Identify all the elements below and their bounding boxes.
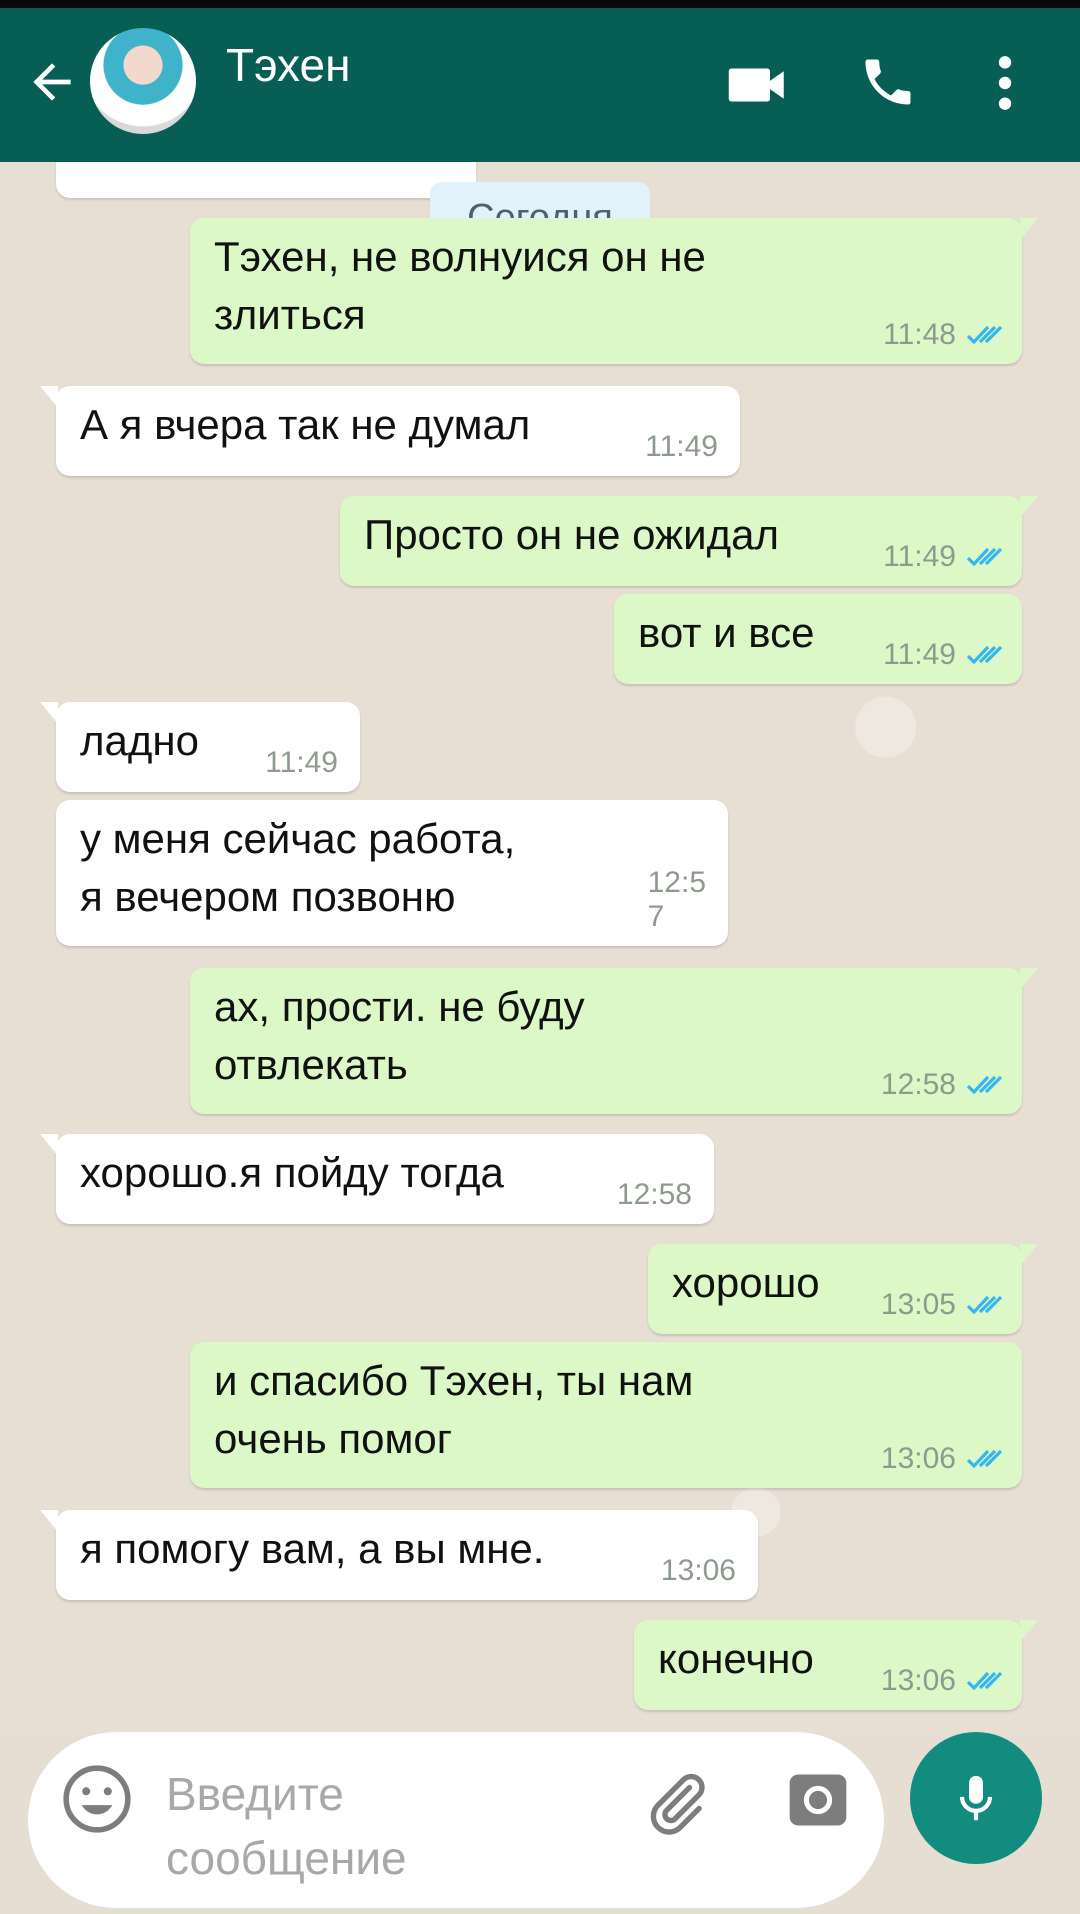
double-check-icon xyxy=(966,1295,1003,1315)
incoming-message[interactable]: хорошо.я пойду тогда 12:58 xyxy=(40,1134,714,1224)
message-input-placeholder[interactable]: Введите сообщение xyxy=(166,1762,586,1890)
message-text: хорошо.я пойду тогда xyxy=(80,1149,504,1196)
message-time: 12:58 xyxy=(880,1068,956,1101)
contact-avatar[interactable] xyxy=(90,28,196,134)
double-check-icon xyxy=(966,645,1003,665)
double-check-icon xyxy=(966,1075,1003,1095)
message-text: хорошо xyxy=(672,1259,820,1306)
chat-header: Тэхен xyxy=(0,8,1080,162)
message-input-bar[interactable]: Введите сообщение xyxy=(28,1732,884,1908)
outgoing-message[interactable]: вот и все 11:49 xyxy=(614,594,1022,684)
message-time: 11:49 xyxy=(645,430,718,463)
message-time: 11:49 xyxy=(883,540,956,573)
outgoing-message[interactable]: и спасибо Тэхен, ты нам очень помог 13:06 xyxy=(190,1342,1022,1488)
message-text: у меня сейчас работа, я вечером позвоню xyxy=(80,815,516,920)
incoming-message[interactable]: ладно 11:49 xyxy=(40,702,360,792)
message-time: 11:49 xyxy=(265,746,338,779)
more-vertical-icon[interactable] xyxy=(990,52,1020,114)
outgoing-message[interactable]: Тэхен, не волнуися он не злиться 11:48 xyxy=(190,218,1038,364)
message-text: ах, прости. не буду отвлекать xyxy=(214,983,585,1088)
message-time: 13:06 xyxy=(660,1554,736,1587)
message-time: 11:48 xyxy=(883,318,956,351)
double-check-icon xyxy=(966,547,1003,567)
outgoing-message[interactable]: хорошо 13:05 xyxy=(648,1244,1038,1334)
message-text: Просто он не ожидал xyxy=(364,511,779,558)
message-time: 12:5 7 xyxy=(647,866,706,933)
message-time: 13:06 xyxy=(880,1664,956,1697)
microphone-button[interactable] xyxy=(910,1732,1042,1864)
paperclip-icon[interactable] xyxy=(640,1768,712,1840)
microphone-icon xyxy=(959,1775,993,1821)
message-meta: 11:49 xyxy=(645,430,718,464)
message-text: А я вчера так не думал xyxy=(80,401,531,448)
message-meta: 11:49 xyxy=(265,746,338,780)
message-meta: 12:5 7 xyxy=(648,866,706,934)
message-meta: 12:58 xyxy=(617,1178,692,1212)
message-meta: 13:06 xyxy=(881,1442,1006,1476)
message-meta: 11:49 xyxy=(883,540,1006,574)
message-meta: 11:49 xyxy=(883,638,1006,672)
message-list[interactable]: Сегодня Тэхен, не волнуися он не злиться… xyxy=(0,162,1080,1732)
message-time: 13:05 xyxy=(880,1288,956,1321)
double-check-icon xyxy=(966,325,1003,345)
message-text: Тэхен, не волнуися он не злиться xyxy=(214,233,706,338)
incoming-message[interactable]: А я вчера так не думал 11:49 xyxy=(40,386,740,476)
message-text: я помогу вам, а вы мне. xyxy=(80,1525,545,1572)
message-meta: 11:48 xyxy=(883,318,1006,352)
message-text: вот и все xyxy=(638,609,815,656)
message-text: и спасибо Тэхен, ты нам очень помог xyxy=(214,1357,694,1462)
status-bar-strip xyxy=(0,0,1080,8)
message-meta: 13:05 xyxy=(881,1288,1006,1322)
camera-icon[interactable] xyxy=(784,1766,852,1834)
message-text: конечно xyxy=(658,1635,814,1682)
message-bubble-cutoff xyxy=(56,162,476,198)
message-time: 13:06 xyxy=(880,1442,956,1475)
incoming-message[interactable]: у меня сейчас работа, я вечером позвоню 1… xyxy=(56,800,728,946)
message-meta: 13:06 xyxy=(661,1554,736,1588)
message-meta: 12:58 xyxy=(881,1068,1006,1102)
double-check-icon xyxy=(966,1449,1003,1469)
outgoing-message[interactable]: конечно 13:06 xyxy=(634,1620,1038,1710)
emoji-icon[interactable] xyxy=(60,1762,134,1836)
message-text: ладно xyxy=(80,717,199,764)
video-camera-icon[interactable] xyxy=(726,52,792,118)
double-check-icon xyxy=(966,1671,1003,1691)
phone-icon[interactable] xyxy=(858,52,918,112)
message-time: 11:49 xyxy=(883,638,956,671)
outgoing-message[interactable]: Просто он не ожидал 11:49 xyxy=(340,496,1038,586)
message-meta: 13:06 xyxy=(881,1664,1006,1698)
outgoing-message[interactable]: ах, прости. не буду отвлекать 12:58 xyxy=(190,968,1038,1114)
contact-name[interactable]: Тэхен xyxy=(226,38,351,92)
message-time: 12:58 xyxy=(616,1178,692,1211)
arrow-left-icon[interactable] xyxy=(24,54,80,110)
composer-area: Введите сообщение xyxy=(0,1732,1080,1914)
incoming-message[interactable]: я помогу вам, а вы мне. 13:06 xyxy=(40,1510,758,1600)
